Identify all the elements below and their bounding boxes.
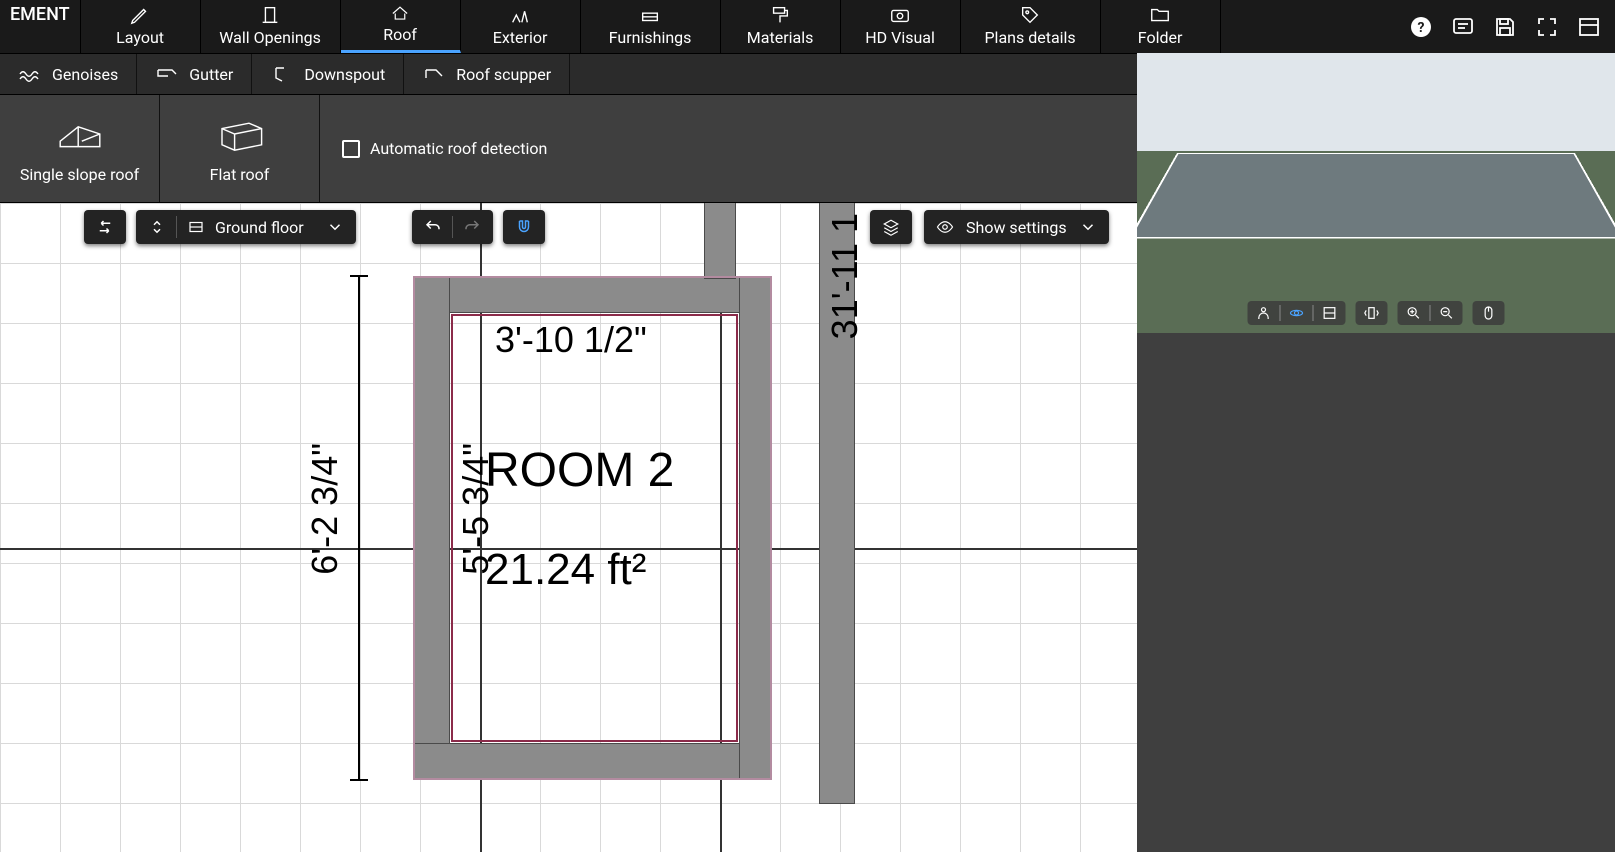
preview-3d[interactable]	[1137, 53, 1615, 333]
checkbox-icon[interactable]	[342, 140, 360, 158]
chevron-down-icon	[326, 218, 344, 236]
updown-icon	[148, 218, 166, 236]
plan-canvas[interactable]: 3'-10 1/2" 6'-2 3/4" 5'-5 3/4" 31'-11 1 …	[0, 203, 1137, 852]
zoom-in-icon[interactable]	[1406, 305, 1422, 321]
tab-roof[interactable]: Roof	[341, 0, 461, 53]
tab-furnishings[interactable]: Furnishings	[581, 0, 721, 53]
dim-left-outer: 6'-2 3/4"	[304, 443, 346, 575]
main-tab-bar: EMENT Layout Wall Openings Roof Exterior…	[0, 0, 1615, 53]
tab-materials-label: Materials	[747, 28, 814, 47]
chevron-down-icon	[1079, 218, 1097, 236]
zoom-out-icon[interactable]	[1439, 305, 1455, 321]
roof-icon	[387, 4, 413, 23]
tab-furnishings-label: Furnishings	[609, 28, 692, 47]
properties-panel	[1137, 333, 1615, 852]
undo-button[interactable]	[424, 218, 442, 236]
single-slope-icon	[53, 113, 107, 155]
roof-type-flat-label: Flat roof	[210, 165, 270, 184]
door-icon	[257, 4, 283, 26]
mouse-icon[interactable]	[1481, 305, 1497, 321]
tool-downspout-label: Downspout	[304, 65, 385, 84]
tab-folder-label: Folder	[1138, 28, 1183, 47]
swap-view-button[interactable]	[84, 210, 126, 244]
folder-icon	[1147, 4, 1173, 26]
floor-selector[interactable]: Ground floor	[136, 210, 356, 244]
partial-header-text: EMENT	[0, 0, 81, 53]
tool-gutter-label: Gutter	[189, 65, 233, 84]
tab-plans-details[interactable]: Plans details	[961, 0, 1101, 53]
tool-genoises-label: Genoises	[52, 65, 118, 84]
genoises-icon	[18, 64, 42, 84]
magnet-icon	[515, 218, 533, 236]
plan-icon[interactable]	[1322, 305, 1338, 321]
roof-type-single-slope[interactable]: Single slope roof	[0, 95, 160, 202]
tab-wall-openings-label: Wall Openings	[219, 28, 321, 47]
pencil-icon	[127, 4, 153, 26]
show-settings-button[interactable]: Show settings	[924, 210, 1109, 244]
tag-icon	[1017, 4, 1043, 26]
auto-roof-detection[interactable]: Automatic roof detection	[342, 139, 547, 158]
svg-text:?: ?	[1418, 20, 1425, 36]
roof-type-single-slope-label: Single slope roof	[20, 165, 139, 184]
tool-downspout[interactable]: Downspout	[252, 54, 404, 94]
preview-controls	[1248, 301, 1505, 325]
tab-layout[interactable]: Layout	[81, 0, 201, 53]
room-name: ROOM 2	[485, 443, 674, 498]
room-area: 21.24 ft²	[485, 545, 646, 595]
orbit-icon[interactable]	[1289, 305, 1305, 321]
show-settings-label: Show settings	[966, 218, 1067, 237]
save-icon[interactable]	[1493, 15, 1517, 39]
tool-roof-scupper[interactable]: Roof scupper	[404, 54, 570, 94]
sofa-icon	[637, 4, 663, 26]
tab-wall-openings[interactable]: Wall Openings	[201, 0, 341, 53]
tab-folder[interactable]: Folder	[1101, 0, 1221, 53]
auto-roof-label: Automatic roof detection	[370, 139, 547, 158]
comment-icon[interactable]	[1451, 15, 1475, 39]
tab-exterior[interactable]: Exterior	[461, 0, 581, 53]
gutter-icon	[155, 64, 179, 84]
panel-icon[interactable]	[1577, 15, 1601, 39]
tool-roof-scupper-label: Roof scupper	[456, 65, 551, 84]
layers-icon	[882, 218, 900, 236]
downspout-icon	[270, 64, 294, 84]
floor-icon	[187, 218, 205, 236]
exterior-icon	[507, 4, 533, 26]
redo-icon	[463, 218, 481, 236]
undo-redo-group	[412, 210, 493, 244]
dim-right: 31'-11 1	[824, 213, 866, 339]
top-right-icons: ?	[1395, 0, 1615, 53]
flat-roof-icon	[213, 113, 267, 155]
person-icon[interactable]	[1256, 305, 1272, 321]
tab-materials[interactable]: Materials	[721, 0, 841, 53]
tool-gutter[interactable]: Gutter	[137, 54, 252, 94]
roof-type-flat[interactable]: Flat roof	[160, 95, 320, 202]
tab-plans-details-label: Plans details	[984, 28, 1075, 47]
camera-icon	[887, 4, 913, 26]
help-icon[interactable]: ?	[1409, 15, 1433, 39]
tab-exterior-label: Exterior	[493, 28, 548, 47]
snap-button[interactable]	[503, 210, 545, 244]
fullscreen-icon[interactable]	[1535, 15, 1559, 39]
roller-icon	[767, 4, 793, 26]
tab-hd-visual-label: HD Visual	[865, 28, 935, 47]
height-icon[interactable]	[1364, 305, 1380, 321]
eye-icon	[936, 218, 954, 236]
redo-button[interactable]	[463, 218, 481, 236]
swap-icon	[96, 218, 114, 236]
layers-button[interactable]	[870, 210, 912, 244]
dim-top: 3'-10 1/2"	[495, 319, 647, 361]
tool-genoises[interactable]: Genoises	[0, 54, 137, 94]
undo-icon	[424, 218, 442, 236]
tab-roof-label: Roof	[383, 25, 417, 44]
scupper-icon	[422, 64, 446, 84]
floor-label: Ground floor	[215, 218, 304, 237]
tab-hd-visual[interactable]: HD Visual	[841, 0, 961, 53]
tab-layout-label: Layout	[116, 28, 164, 47]
